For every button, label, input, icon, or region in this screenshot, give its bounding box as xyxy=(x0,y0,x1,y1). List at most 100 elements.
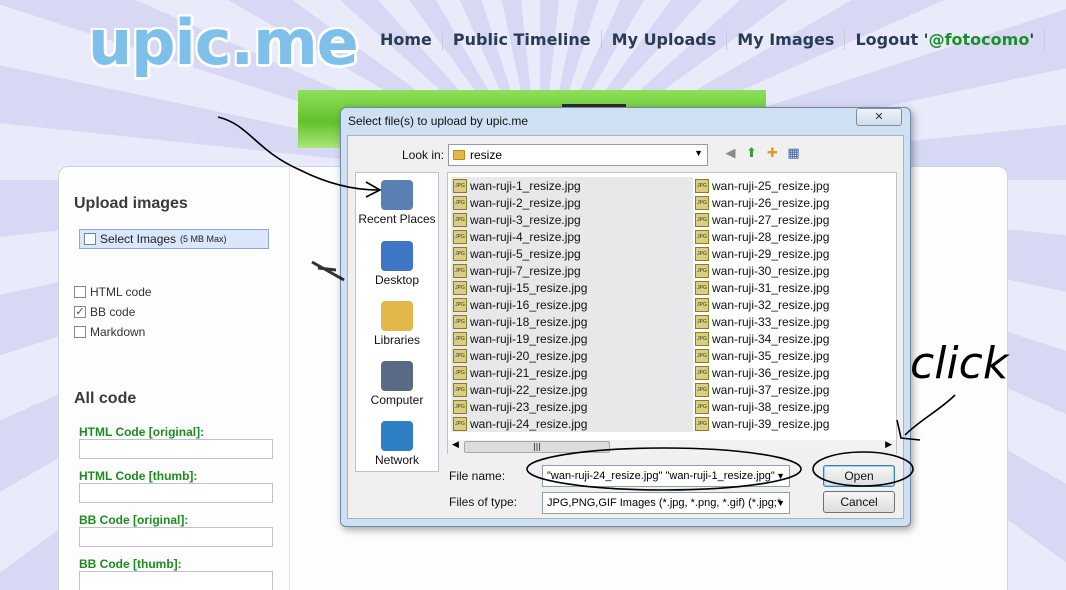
scroll-right-icon[interactable]: ▶ xyxy=(885,440,892,450)
file-item[interactable]: JPG wan-ruji-31_resize.jpg xyxy=(695,279,829,296)
option-markdown[interactable]: Markdown xyxy=(74,325,145,339)
desktop-icon xyxy=(381,241,413,271)
bb-code-original-label: BB Code [original]: xyxy=(79,513,189,527)
nav-home[interactable]: Home xyxy=(370,30,443,50)
file-item[interactable]: JPG wan-ruji-16_resize.jpg xyxy=(451,296,693,313)
option-bb-code[interactable]: ✓ BB code xyxy=(74,305,135,319)
file-name: wan-ruji-33_resize.jpg xyxy=(712,314,830,329)
file-item[interactable]: JPG wan-ruji-34_resize.jpg xyxy=(695,330,829,347)
network-icon xyxy=(381,421,413,451)
option-html-code[interactable]: HTML code xyxy=(74,285,152,299)
file-item[interactable]: JPG wan-ruji-38_resize.jpg xyxy=(695,398,829,415)
jpg-file-icon: JPG xyxy=(453,331,467,346)
open-button[interactable]: Open xyxy=(823,465,895,487)
back-icon[interactable]: ◀ xyxy=(722,145,739,162)
bb-code-checkbox[interactable]: ✓ xyxy=(74,306,86,318)
site-logo[interactable]: upic.me xyxy=(88,6,359,79)
nav-my-images[interactable]: My Images xyxy=(727,30,846,50)
dialog-title: Select file(s) to upload by upic.me xyxy=(348,114,529,128)
file-item[interactable]: JPG wan-ruji-26_resize.jpg xyxy=(695,194,829,211)
file-name: wan-ruji-2_resize.jpg xyxy=(470,195,581,210)
file-item[interactable]: JPG wan-ruji-23_resize.jpg xyxy=(451,398,693,415)
file-item[interactable]: JPG wan-ruji-30_resize.jpg xyxy=(695,262,829,279)
file-item[interactable]: JPG wan-ruji-37_resize.jpg xyxy=(695,381,829,398)
jpg-file-icon: JPG xyxy=(695,348,709,363)
file-item[interactable]: JPG wan-ruji-1_resize.jpg xyxy=(451,177,693,194)
file-item[interactable]: JPG wan-ruji-2_resize.jpg xyxy=(451,194,693,211)
jpg-file-icon: JPG xyxy=(695,365,709,380)
chevron-down-icon[interactable]: ▼ xyxy=(776,466,785,486)
jpg-file-icon: JPG xyxy=(695,263,709,278)
new-folder-icon[interactable]: ✚ xyxy=(764,145,781,162)
chevron-down-icon[interactable]: ▼ xyxy=(776,493,785,513)
place-label: Recent Places xyxy=(358,212,436,226)
nav-logout[interactable]: Logout '@fotocomo' xyxy=(845,30,1046,50)
up-folder-icon[interactable]: ⬆ xyxy=(743,145,760,162)
scroll-left-icon[interactable]: ◀ xyxy=(452,440,459,450)
file-item[interactable]: JPG wan-ruji-28_resize.jpg xyxy=(695,228,829,245)
file-item[interactable]: JPG wan-ruji-22_resize.jpg xyxy=(451,381,693,398)
file-name-field[interactable]: "wan-ruji-24_resize.jpg" "wan-ruji-1_res… xyxy=(542,465,790,487)
file-item[interactable]: JPG wan-ruji-3_resize.jpg xyxy=(451,211,693,228)
file-name: wan-ruji-24_resize.jpg xyxy=(470,416,588,431)
jpg-file-icon: JPG xyxy=(453,314,467,329)
file-type-select[interactable]: JPG,PNG,GIF Images (*.jpg, *.png, *.gif)… xyxy=(542,492,790,514)
file-item[interactable]: JPG wan-ruji-15_resize.jpg xyxy=(451,279,693,296)
recent-places-icon xyxy=(381,180,413,210)
file-name: wan-ruji-20_resize.jpg xyxy=(470,348,588,363)
jpg-file-icon: JPG xyxy=(453,212,467,227)
html-code-thumb-field[interactable] xyxy=(79,483,273,503)
horizontal-scrollbar[interactable]: ◀ ||| ▶ xyxy=(448,440,896,454)
select-images-button[interactable]: Select Images (5 MB Max) xyxy=(79,229,269,249)
option-label: Markdown xyxy=(90,325,146,339)
bb-code-thumb-field[interactable] xyxy=(79,571,273,590)
place-label: Computer xyxy=(370,393,424,407)
file-item[interactable]: JPG wan-ruji-4_resize.jpg xyxy=(451,228,693,245)
place-network[interactable]: Network xyxy=(355,421,439,467)
html-code-checkbox[interactable] xyxy=(74,286,86,298)
place-desktop[interactable]: Desktop xyxy=(355,241,439,287)
jpg-file-icon: JPG xyxy=(695,297,709,312)
file-name: wan-ruji-1_resize.jpg xyxy=(470,178,581,193)
html-code-original-field[interactable] xyxy=(79,439,273,459)
file-name: wan-ruji-25_resize.jpg xyxy=(712,178,830,193)
jpg-file-icon: JPG xyxy=(453,365,467,380)
file-item[interactable]: JPG wan-ruji-24_resize.jpg xyxy=(451,415,693,432)
file-name: wan-ruji-39_resize.jpg xyxy=(712,416,830,431)
file-item[interactable]: JPG wan-ruji-32_resize.jpg xyxy=(695,296,829,313)
file-item[interactable]: JPG wan-ruji-7_resize.jpg xyxy=(451,262,693,279)
place-computer[interactable]: Computer xyxy=(355,361,439,407)
file-item[interactable]: JPG wan-ruji-39_resize.jpg xyxy=(695,415,829,432)
file-item[interactable]: JPG wan-ruji-20_resize.jpg xyxy=(451,347,693,364)
look-in-select[interactable]: resize ▼ xyxy=(448,144,708,166)
file-item[interactable]: JPG wan-ruji-19_resize.jpg xyxy=(451,330,693,347)
jpg-file-icon: JPG xyxy=(453,263,467,278)
nav-public-timeline[interactable]: Public Timeline xyxy=(443,30,602,50)
upload-heading: Upload images xyxy=(74,195,188,212)
file-item[interactable]: JPG wan-ruji-5_resize.jpg xyxy=(451,245,693,262)
look-in-label: Look in: xyxy=(402,148,445,162)
file-item[interactable]: JPG wan-ruji-29_resize.jpg xyxy=(695,245,829,262)
place-recent-places[interactable]: Recent Places xyxy=(355,180,439,226)
scrollbar-thumb[interactable]: ||| xyxy=(464,441,610,453)
jpg-file-icon: JPG xyxy=(453,348,467,363)
file-item[interactable]: JPG wan-ruji-21_resize.jpg xyxy=(451,364,693,381)
file-item[interactable]: JPG wan-ruji-25_resize.jpg xyxy=(695,177,829,194)
place-libraries[interactable]: Libraries xyxy=(355,301,439,347)
file-name: wan-ruji-22_resize.jpg xyxy=(470,382,588,397)
file-item[interactable]: JPG wan-ruji-35_resize.jpg xyxy=(695,347,829,364)
dialog-close-button[interactable]: ✕ xyxy=(856,108,902,126)
bb-code-original-field[interactable] xyxy=(79,527,273,547)
file-item[interactable]: JPG wan-ruji-27_resize.jpg xyxy=(695,211,829,228)
file-name: wan-ruji-19_resize.jpg xyxy=(470,331,588,346)
file-name: wan-ruji-29_resize.jpg xyxy=(712,246,830,261)
view-menu-icon[interactable]: ▦ xyxy=(785,145,802,162)
file-name: wan-ruji-27_resize.jpg xyxy=(712,212,830,227)
file-item[interactable]: JPG wan-ruji-33_resize.jpg xyxy=(695,313,829,330)
file-item[interactable]: JPG wan-ruji-18_resize.jpg xyxy=(451,313,693,330)
file-name: wan-ruji-36_resize.jpg xyxy=(712,365,830,380)
nav-my-uploads[interactable]: My Uploads xyxy=(602,30,728,50)
cancel-button[interactable]: Cancel xyxy=(823,491,895,513)
markdown-checkbox[interactable] xyxy=(74,326,86,338)
file-item[interactable]: JPG wan-ruji-36_resize.jpg xyxy=(695,364,829,381)
